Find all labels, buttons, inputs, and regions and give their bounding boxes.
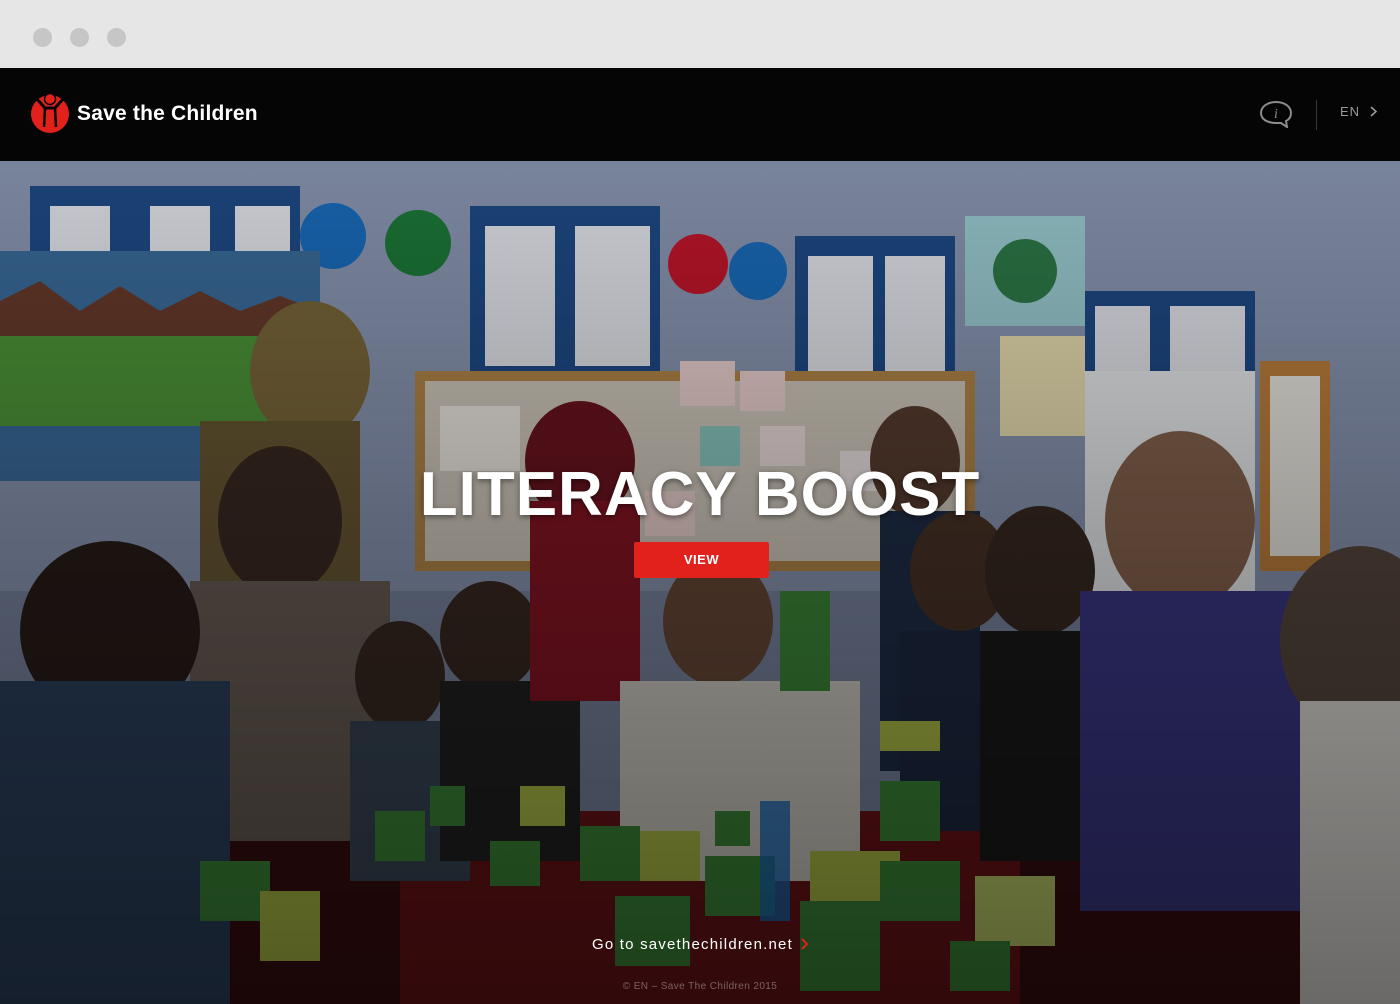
header-divider bbox=[1316, 100, 1317, 130]
chevron-right-icon bbox=[801, 938, 808, 950]
svg-text:i: i bbox=[1274, 107, 1278, 122]
goto-link-label: Go to savethechildren.net bbox=[592, 936, 793, 953]
site-header: Save the Children i EN bbox=[0, 68, 1400, 161]
chevron-right-icon bbox=[1370, 106, 1378, 117]
language-label: EN bbox=[1340, 104, 1361, 119]
window-maximize-dot[interactable] bbox=[107, 28, 126, 47]
brand-logo[interactable]: Save the Children bbox=[27, 88, 258, 136]
hero-overlay bbox=[0, 161, 1400, 1004]
window-minimize-dot[interactable] bbox=[70, 28, 89, 47]
window-close-dot[interactable] bbox=[33, 28, 52, 47]
browser-frame: Save the Children i EN LITERACY BOOST VI… bbox=[0, 0, 1400, 1004]
browser-chrome bbox=[0, 0, 1400, 68]
language-switcher[interactable]: EN bbox=[1340, 104, 1378, 119]
save-the-children-logo-icon bbox=[31, 92, 69, 133]
goto-savethechildren-link[interactable]: Go to savethechildren.net bbox=[0, 936, 1400, 953]
hero-title: LITERACY BOOST bbox=[419, 460, 981, 529]
copyright-text: © EN – Save The Children 2015 bbox=[622, 981, 778, 992]
brand-name: Save the Children bbox=[77, 102, 258, 125]
page: Save the Children i EN LITERACY BOOST VI… bbox=[0, 68, 1400, 1004]
hero: LITERACY BOOST VIEW Go to savethechildre… bbox=[0, 161, 1400, 1004]
info-icon[interactable]: i bbox=[1259, 100, 1293, 128]
view-button[interactable]: VIEW bbox=[634, 542, 769, 578]
